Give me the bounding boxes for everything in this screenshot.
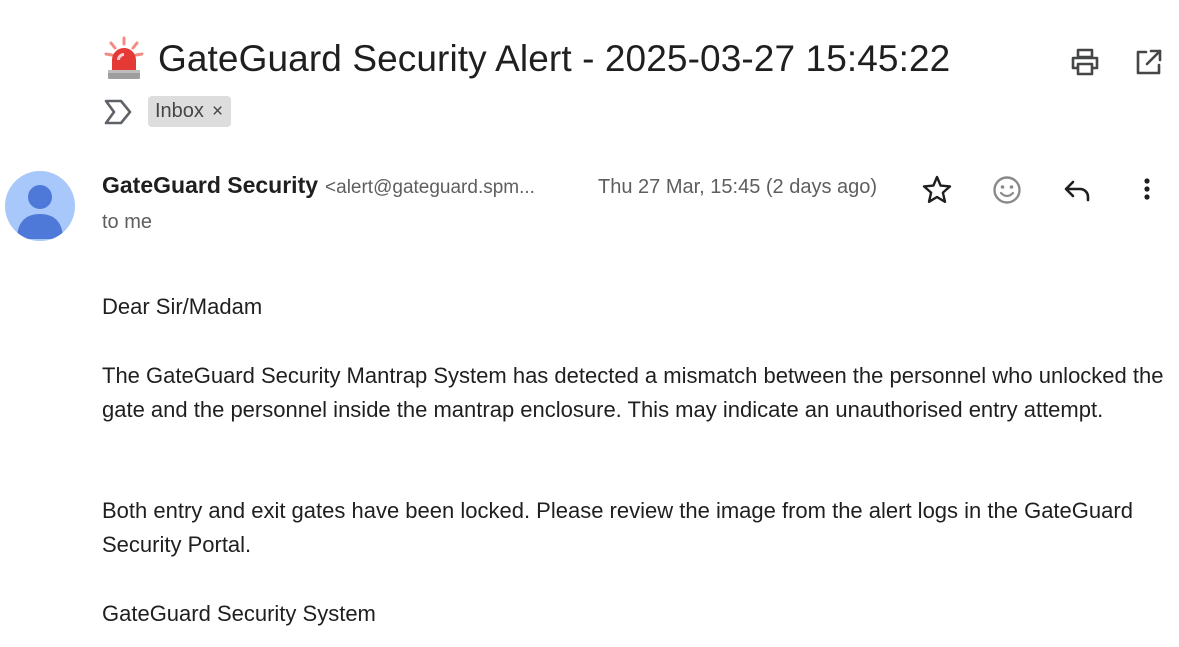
important-marker-icon[interactable] [102, 97, 134, 127]
avatar[interactable] [5, 171, 75, 241]
email-subject: GateGuard Security Alert - 2025-03-27 15… [158, 38, 951, 79]
email-view: GateGuard Security Alert - 2025-03-27 15… [0, 0, 1179, 647]
email-signature: GateGuard Security System [102, 601, 376, 626]
inbox-label-chip[interactable]: Inbox × [148, 96, 232, 127]
reply-icon[interactable] [1059, 172, 1095, 208]
emoji-icon[interactable] [989, 172, 1025, 208]
sender-line: GateGuard Security <alert@gateguard.spm.… [102, 172, 535, 199]
sender-email[interactable]: <alert@gateguard.spm... [325, 177, 535, 199]
email-paragraph-1: The GateGuard Security Mantrap System ha… [102, 363, 1164, 422]
recipient-details-toggle[interactable]: to me [102, 211, 152, 234]
inbox-label-text: Inbox [155, 100, 204, 122]
email-date: Thu 27 Mar, 15:45 (2 days ago) [598, 176, 878, 198]
sender-name[interactable]: GateGuard Security [102, 172, 318, 199]
print-icon[interactable] [1067, 44, 1103, 80]
email-greeting: Dear Sir/Madam [102, 294, 263, 319]
remove-label-icon[interactable]: × [212, 102, 223, 121]
more-vert-icon[interactable] [1129, 172, 1165, 208]
police-car-light-icon [104, 36, 144, 79]
email-paragraph-2: Both entry and exit gates have been lock… [102, 498, 1133, 557]
star-icon[interactable] [919, 172, 955, 208]
person-icon [17, 185, 63, 239]
open-in-new-icon[interactable] [1131, 44, 1167, 80]
label-row: Inbox × [102, 96, 232, 127]
subject-row: GateGuard Security Alert - 2025-03-27 15… [102, 36, 950, 82]
